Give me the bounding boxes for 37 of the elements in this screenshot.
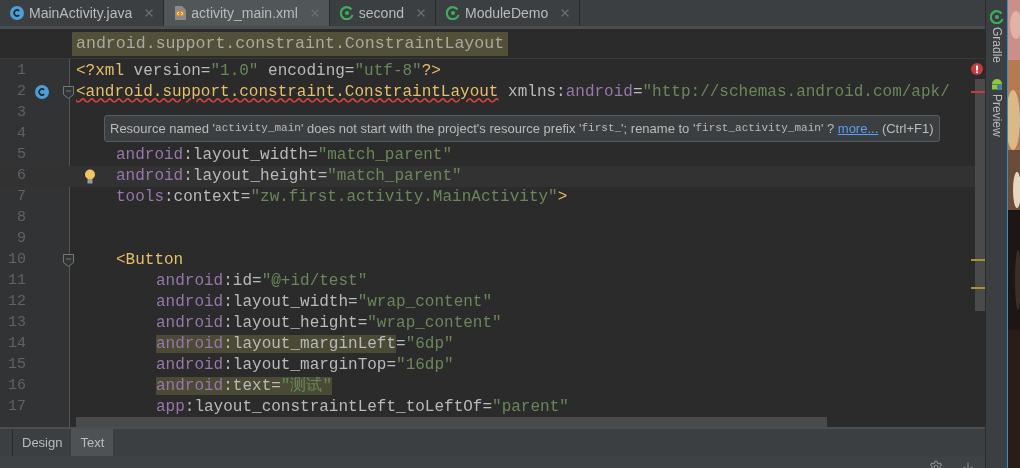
code-line: app:layout_constraintLeft_toLeftOf="parent" bbox=[156, 397, 569, 418]
tool-window-button[interactable]: Preview bbox=[987, 77, 1006, 137]
tool-window-button[interactable]: Gradle bbox=[987, 10, 1006, 64]
tab-label: ModuleDemo bbox=[464, 3, 549, 23]
code-line: android:id="@+id/test" bbox=[156, 271, 368, 292]
code-line: android:layout_height="wrap_content" bbox=[156, 313, 502, 334]
warning-tooltip: Resource named 'activity_main' does not start with the project's resource prefix 'first_'; rename to 'first_activity_main' ? more... (Ctrl+F1) bbox=[104, 115, 940, 142]
tab-label: second bbox=[358, 3, 404, 23]
code-line: android:layout_width="wrap_content" bbox=[156, 292, 493, 313]
tab-label: MainActivity.java bbox=[29, 3, 133, 23]
tab-label: activity_main.xml bbox=[191, 3, 298, 23]
code-line: android:text="测试" bbox=[156, 376, 333, 397]
code-line: tools:context="zw.first.activity.MainActivity"> bbox=[116, 187, 568, 208]
breadcrumb[interactable]: android.support.constraint.ConstraintLayout bbox=[72, 31, 509, 56]
code-line: android:layout_height="match_parent" bbox=[116, 166, 462, 187]
fold-icon[interactable] bbox=[63, 254, 74, 267]
code-line: android:layout_marginTop="16dp" bbox=[156, 355, 454, 376]
horizontal-scrollbar[interactable] bbox=[76, 417, 827, 427]
code-line: android:layout_marginLeft="6dp" bbox=[156, 334, 454, 355]
bottom-tab[interactable]: Text bbox=[71, 429, 114, 456]
class-icon bbox=[35, 85, 49, 99]
fold-icon[interactable] bbox=[63, 86, 74, 99]
lightbulb-icon[interactable] bbox=[84, 169, 96, 184]
android-icon bbox=[989, 77, 1004, 92]
module-icon bbox=[989, 10, 1004, 24]
code-line: <android.support.constraint.ConstraintLayout xmlns:android="http://schemas.android.com/apk/ bbox=[76, 82, 950, 103]
code-line: <?xml version="1.0" encoding="utf-8"?> bbox=[76, 61, 441, 82]
code-line: android:layout_width="match_parent" bbox=[116, 145, 453, 166]
more-link[interactable]: more... bbox=[837, 118, 879, 139]
editor-tab[interactable]: activity_main.xml bbox=[164, 0, 330, 26]
module-icon bbox=[445, 6, 460, 20]
vertical-scrollbar[interactable] bbox=[975, 79, 985, 311]
xml-file-icon bbox=[174, 6, 187, 20]
class-icon bbox=[10, 6, 24, 20]
code-line: <Button bbox=[116, 250, 184, 271]
error-icon bbox=[971, 63, 983, 75]
module-icon bbox=[339, 6, 354, 20]
